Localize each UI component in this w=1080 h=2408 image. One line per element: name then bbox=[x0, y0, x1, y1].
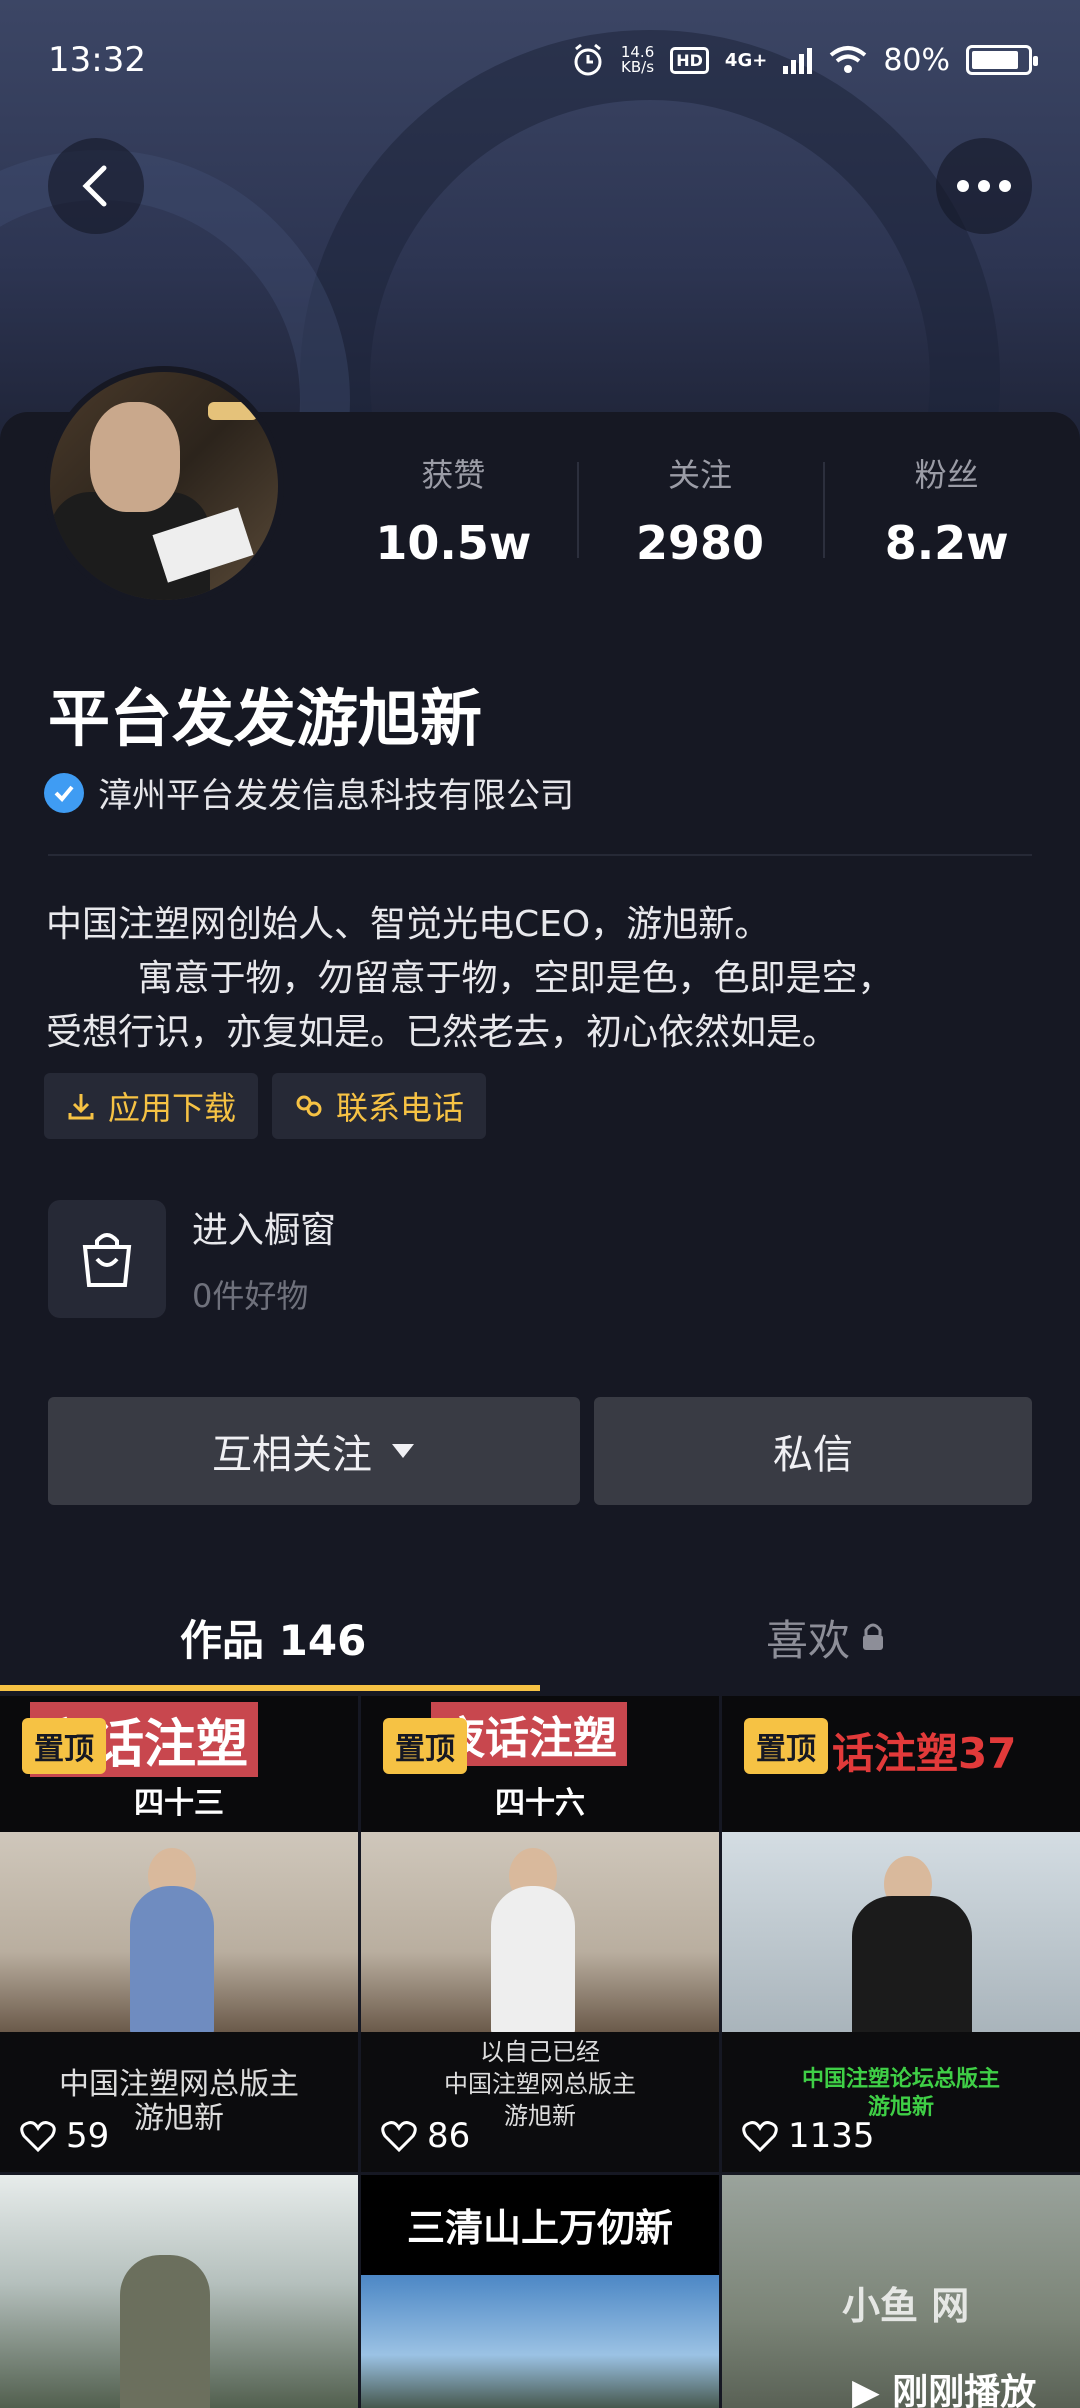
tag-label: 应用下载 bbox=[108, 1089, 237, 1127]
network-type: 4G+ bbox=[724, 49, 768, 71]
stat-label: 粉丝 bbox=[914, 456, 979, 494]
video-card[interactable]: 夜话注塑 四十六 以自己已经 中国注塑网总版主 游旭新 置顶 86 bbox=[361, 1696, 719, 2172]
watermark: 小鱼 网 bbox=[842, 2284, 970, 2328]
content-tabs: 作品 146 喜欢 bbox=[0, 1582, 1080, 1692]
pinned-badge: 置顶 bbox=[744, 1718, 828, 1774]
hd-icon: HD bbox=[670, 46, 709, 74]
video-likes: 1135 bbox=[742, 2116, 875, 2156]
video-card[interactable]: 夜话注塑 四十三 中国注塑网总版主 游旭新 置顶 59 bbox=[0, 1696, 358, 2172]
video-caption: 中国注塑论坛总版主 游旭新 bbox=[801, 2067, 1000, 2120]
follow-label: 互相关注 bbox=[212, 1432, 372, 1478]
video-grid: 夜话注塑 四十三 中国注塑网总版主 游旭新 置顶 59 夜话注塑 四十六 以自己… bbox=[0, 1696, 1080, 2408]
stat-label: 关注 bbox=[668, 456, 733, 494]
verified-org[interactable]: 漳州平台发发信息科技有限公司 bbox=[44, 768, 574, 817]
stat-label: 获赞 bbox=[421, 456, 486, 494]
contact-phone-tag[interactable]: 联系电话 bbox=[272, 1073, 487, 1139]
heart-icon bbox=[381, 2121, 417, 2152]
video-subtitle: 四十三 bbox=[134, 1786, 224, 1821]
video-card[interactable]: 小鱼 网 ▶ 刚刚播放 bbox=[722, 2175, 1080, 2408]
tag-label: 联系电话 bbox=[336, 1089, 465, 1127]
video-card[interactable] bbox=[0, 2175, 358, 2408]
video-title: 话注塑37 bbox=[832, 1729, 1017, 1778]
phone-link-icon bbox=[296, 1095, 322, 1117]
app-download-tag[interactable]: 应用下载 bbox=[44, 1073, 259, 1139]
stat-likes[interactable]: 获赞 10.5w bbox=[330, 450, 577, 570]
caret-down-icon bbox=[392, 1444, 414, 1458]
shopping-bag-icon bbox=[48, 1200, 166, 1318]
stat-value: 10.5w bbox=[375, 516, 532, 570]
message-button[interactable]: 私信 bbox=[594, 1397, 1032, 1505]
video-card[interactable]: 三清山上万仞新 bbox=[361, 2175, 719, 2408]
wifi-icon bbox=[830, 46, 867, 73]
status-time: 13:32 bbox=[48, 40, 146, 80]
heart-icon bbox=[742, 2121, 778, 2152]
battery-icon bbox=[966, 45, 1038, 75]
lock-icon bbox=[863, 1623, 884, 1650]
video-likes: 86 bbox=[381, 2116, 470, 2156]
profile-tags: 应用下载 联系电话 bbox=[44, 1073, 487, 1139]
avatar[interactable] bbox=[44, 366, 284, 606]
download-icon bbox=[68, 1094, 94, 1120]
video-likes: 59 bbox=[20, 2116, 109, 2156]
tab-indicator bbox=[0, 1685, 540, 1691]
recently-played-label: ▶ 刚刚播放 bbox=[852, 2372, 1037, 2408]
net-speed: 14.6 KB/s bbox=[620, 43, 655, 76]
verified-org-name: 漳州平台发发信息科技有限公司 bbox=[98, 776, 574, 816]
verified-icon bbox=[44, 772, 84, 813]
battery-percent: 80% bbox=[883, 42, 950, 78]
video-card[interactable]: 话注塑37 中国注塑论坛总版主 游旭新 置顶 1135 bbox=[722, 1696, 1080, 2172]
shop-window-entry[interactable]: 进入橱窗 0件好物 bbox=[48, 1200, 336, 1318]
stat-value: 8.2w bbox=[884, 516, 1009, 570]
status-bar: 13:32 14.6 KB/s HD 4G+ 80% bbox=[0, 0, 1080, 120]
alarm-icon bbox=[574, 43, 602, 76]
back-button[interactable] bbox=[48, 138, 144, 234]
shop-subtitle: 0件好物 bbox=[192, 1277, 309, 1315]
message-label: 私信 bbox=[773, 1432, 853, 1478]
signal-icon bbox=[783, 48, 813, 74]
mutual-follow-button[interactable]: 互相关注 bbox=[48, 1397, 580, 1505]
video-title: 三清山上万仞新 bbox=[406, 2206, 673, 2250]
stat-following[interactable]: 关注 2980 bbox=[576, 450, 824, 570]
divider bbox=[48, 854, 1032, 856]
pinned-badge: 置顶 bbox=[22, 1718, 106, 1774]
more-dots-icon bbox=[957, 180, 1011, 192]
tab-likes-label: 喜欢 bbox=[766, 1615, 851, 1665]
shop-title: 进入橱窗 bbox=[192, 1210, 337, 1251]
heart-icon bbox=[20, 2121, 56, 2152]
tab-works[interactable]: 作品 146 bbox=[180, 1582, 366, 1692]
profile-stats: 获赞 10.5w 关注 2980 粉丝 8.2w bbox=[330, 450, 1070, 570]
profile-bio: 中国注塑网创始人、智觉光电CEO，游旭新。 寓意于物，勿留意于物，空即是色，色即… bbox=[46, 904, 894, 1053]
tab-likes[interactable]: 喜欢 bbox=[766, 1582, 886, 1692]
chevron-left-icon bbox=[82, 165, 107, 207]
stat-value: 2980 bbox=[635, 516, 765, 570]
profile-name: 平台发发游旭新 bbox=[48, 682, 483, 755]
stat-followers[interactable]: 粉丝 8.2w bbox=[823, 450, 1070, 570]
video-subtitle: 四十六 bbox=[495, 1786, 585, 1821]
pinned-badge: 置顶 bbox=[383, 1718, 467, 1774]
more-button[interactable] bbox=[936, 138, 1032, 234]
